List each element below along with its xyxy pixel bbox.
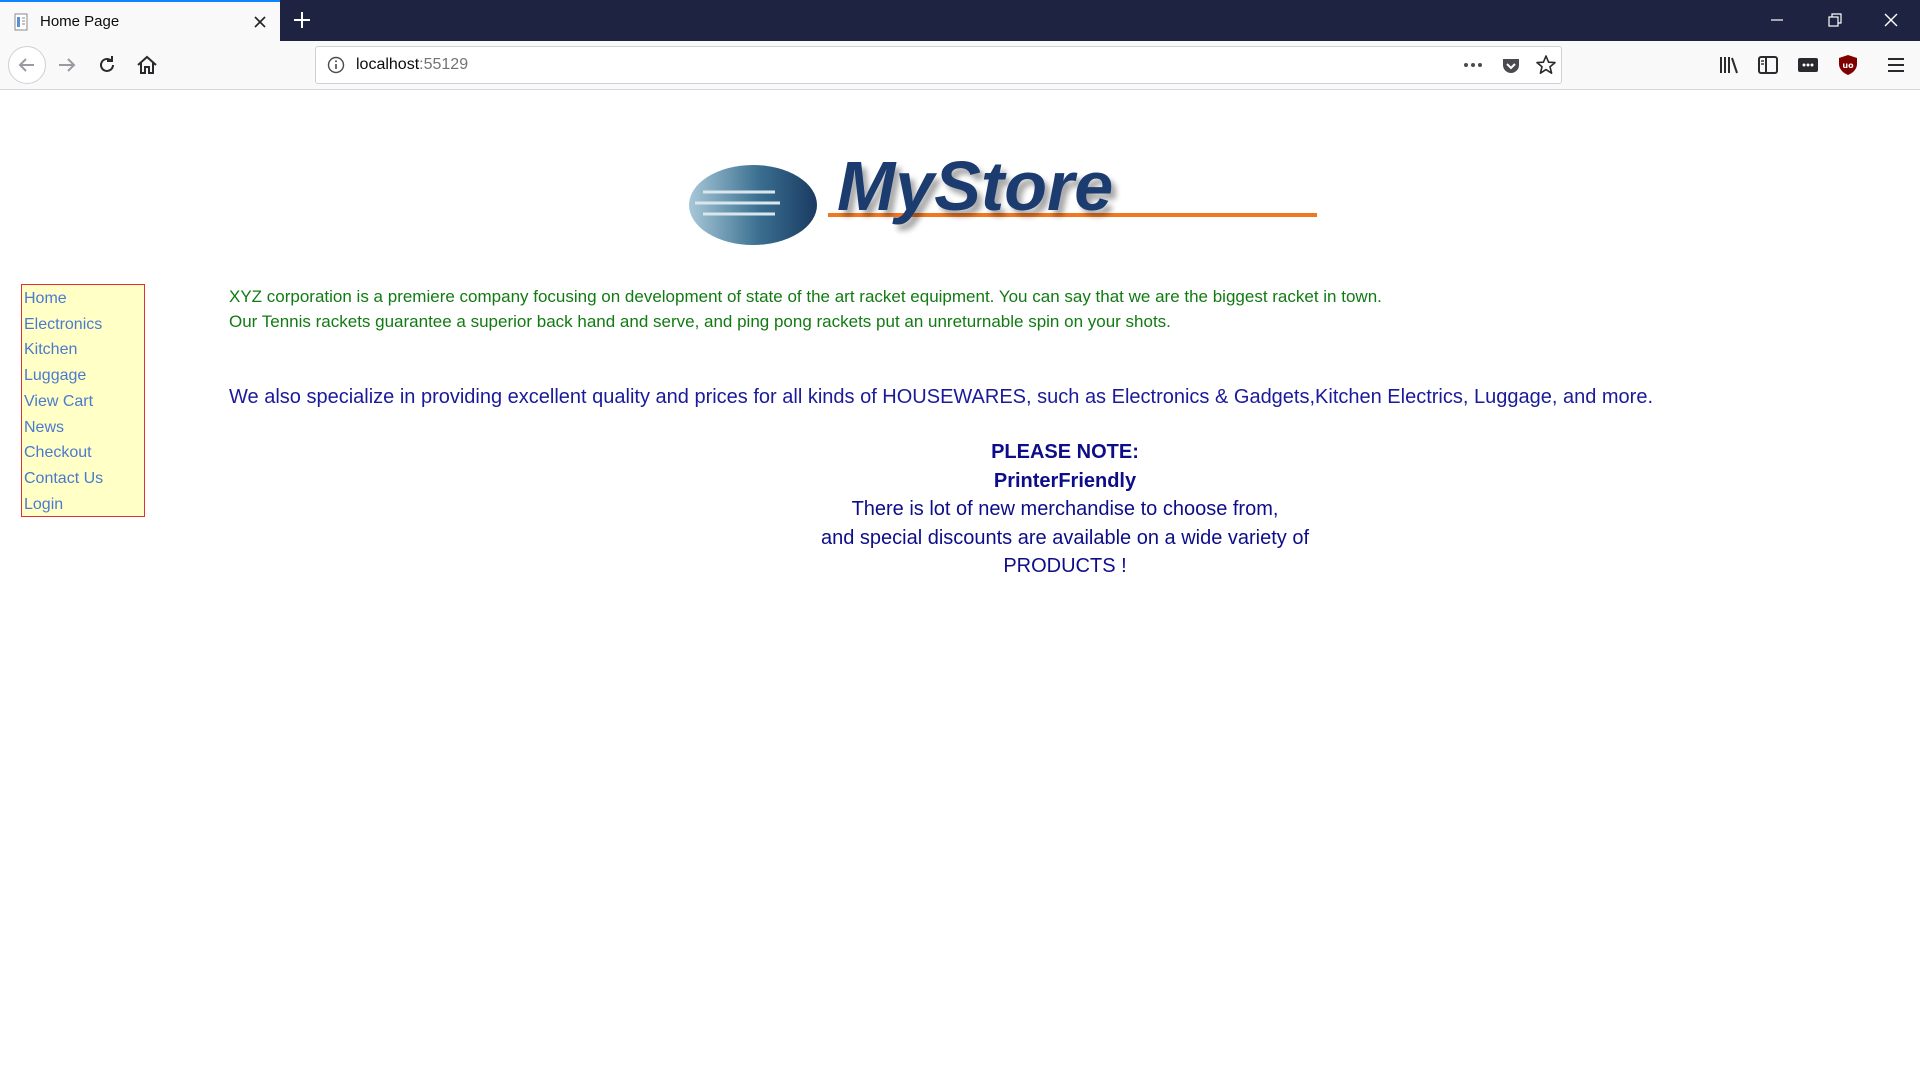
url-host: localhost <box>356 56 420 73</box>
sidebar-item-view-cart[interactable]: View Cart <box>24 389 144 415</box>
url-port: :55129 <box>419 56 469 73</box>
ublock-icon[interactable]: uo <box>1836 53 1860 77</box>
url-text[interactable]: localhost:55129 <box>356 56 468 74</box>
pocket-icon[interactable] <box>1500 55 1522 77</box>
intro-text: XYZ corporation is a premiere company fo… <box>229 284 1869 334</box>
note-line-1: There is lot of new merchandise to choos… <box>851 498 1279 520</box>
sidebar-item-home[interactable]: Home <box>24 286 144 312</box>
note-block: PLEASE NOTE: PrinterFriendly There is lo… <box>665 438 1465 581</box>
minimize-icon[interactable] <box>1766 9 1788 31</box>
tab-title: Home Page <box>40 13 120 30</box>
sidebar-item-contact-us[interactable]: Contact Us <box>24 466 144 492</box>
sidebar-item-electronics[interactable]: Electronics <box>24 312 144 338</box>
sidebar-nav: Home Electronics Kitchen Luggage View Ca… <box>21 284 145 517</box>
window-close-icon[interactable] <box>1880 9 1902 31</box>
library-icon[interactable] <box>1716 53 1740 77</box>
sidebar-item-checkout[interactable]: Checkout <box>24 440 144 466</box>
back-arrow-icon <box>18 58 34 72</box>
mystore-logo: MyStore <box>689 150 1317 245</box>
home-icon[interactable] <box>135 53 159 77</box>
tab-home-page[interactable]: Home Page <box>0 0 280 41</box>
note-line-3: PRODUCTS ! <box>1003 555 1127 577</box>
restore-icon[interactable] <box>1824 9 1846 31</box>
page-content: MyStore Home Electronics Kitchen Luggage… <box>0 90 1920 1080</box>
more-dots-icon[interactable] <box>1461 55 1485 75</box>
note-subheading: PrinterFriendly <box>993 469 1137 492</box>
close-icon[interactable] <box>250 12 270 32</box>
note-heading: PLEASE NOTE: <box>991 441 1139 463</box>
url-bar[interactable]: localhost:55129 <box>315 46 1562 84</box>
svg-text:uo: uo <box>1842 61 1854 70</box>
intro-line-2: Our Tennis rackets guarantee a superior … <box>229 312 1171 331</box>
page-icon <box>14 13 28 31</box>
browser-titlebar: Home Page <box>0 0 1920 41</box>
star-icon[interactable] <box>1535 54 1557 76</box>
specialize-text: We also specialize in providing excellen… <box>229 386 1654 408</box>
info-icon[interactable] <box>326 55 346 75</box>
forward-arrow-icon[interactable] <box>55 53 79 77</box>
sidebar-item-login[interactable]: Login <box>24 492 144 518</box>
logo-text: MyStore <box>837 150 1113 225</box>
note-line-2: and special discounts are available on a… <box>820 526 1310 549</box>
extension-icon[interactable] <box>1796 53 1820 77</box>
navigation-toolbar: localhost:55129 uo <box>0 41 1920 90</box>
sidebar-item-news[interactable]: News <box>24 415 144 441</box>
reload-icon[interactable] <box>95 53 119 77</box>
sidebar-item-kitchen[interactable]: Kitchen <box>24 337 144 363</box>
hamburger-menu-icon[interactable] <box>1884 53 1908 77</box>
sidebar-icon[interactable] <box>1756 53 1780 77</box>
sidebar-item-luggage[interactable]: Luggage <box>24 363 144 389</box>
intro-line-1: XYZ corporation is a premiere company fo… <box>229 287 1382 306</box>
plus-icon[interactable] <box>290 8 314 32</box>
back-button[interactable] <box>8 46 46 84</box>
